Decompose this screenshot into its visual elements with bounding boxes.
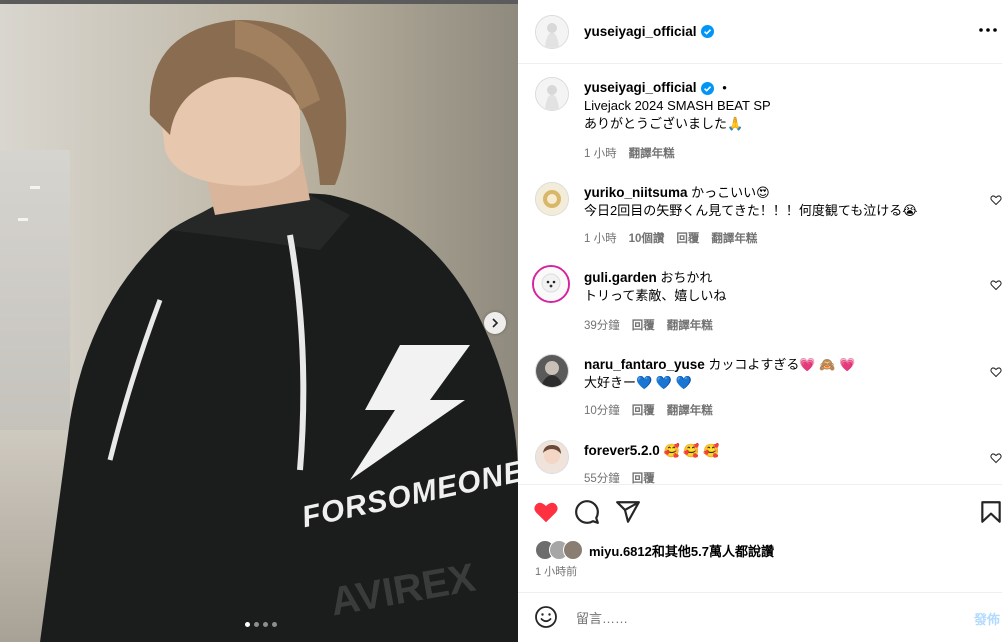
post-timestamp[interactable]: 1 小時前	[535, 563, 577, 579]
post-comment-button[interactable]: 發佈	[974, 609, 1000, 628]
comments-list[interactable]: yuseiyagi_official • Livejack 2024 SMASH…	[518, 64, 1002, 484]
comment-body: guli.garden おちかれ トリって素敵、嬉しいね	[584, 269, 726, 305]
translate-button[interactable]: 翻譯年糕	[711, 230, 757, 246]
slide-dot	[254, 622, 259, 627]
reply-button[interactable]: 回覆	[632, 470, 655, 484]
comment-time: 1 小時	[584, 233, 617, 245]
comment-time: 39分鐘	[584, 320, 620, 332]
comment-body: yuriko_niitsuma かっこいい😍 今日2回目の矢野くん見てきた！！！…	[584, 184, 917, 220]
comment-meta: 10分鐘 回覆 翻譯年糕	[584, 402, 713, 418]
translate-button[interactable]: 翻譯年糕	[667, 317, 713, 333]
verified-icon	[700, 82, 714, 95]
post-header: yuseiyagi_official	[518, 0, 1002, 64]
comment-text: 大好きー💙 💙 💙	[584, 375, 692, 390]
post-actions: miyu.6812和其他5.7萬人都說讚 1 小時前	[518, 484, 1002, 593]
share-icon[interactable]	[615, 499, 641, 525]
avatar-image	[536, 183, 568, 215]
commenter-avatar[interactable]	[535, 440, 569, 474]
comment-input[interactable]	[574, 604, 958, 632]
caption-meta: 1 小時 翻譯年糕	[584, 145, 675, 161]
slide-dot	[245, 622, 250, 627]
comment-meta: 55分鐘 回覆	[584, 470, 655, 484]
likes-summary[interactable]: miyu.6812和其他5.7萬人都說讚	[535, 540, 774, 560]
more-icon[interactable]	[978, 20, 998, 40]
comment-text: カッコよすぎる💗 🙈 💗	[708, 357, 856, 372]
comment-item: yuriko_niitsuma かっこいい😍 今日2回目の矢野くん見てきた！！！…	[518, 182, 1002, 252]
reply-button[interactable]: 回覆	[632, 317, 655, 333]
commenter-avatar[interactable]	[535, 182, 569, 216]
slide-dot	[263, 622, 268, 627]
translate-button[interactable]: 翻譯年糕	[667, 402, 713, 418]
heart-icon[interactable]	[533, 499, 559, 525]
comment-time: 10分鐘	[584, 405, 620, 417]
post-side-panel: yuseiyagi_official yuseiyagi_official • …	[518, 0, 1002, 642]
reply-button[interactable]: 回覆	[632, 402, 655, 418]
comment-time: 55分鐘	[584, 473, 620, 484]
liker-avatar	[563, 540, 583, 560]
emoji-icon[interactable]	[534, 605, 558, 629]
liker-avatars	[535, 540, 589, 560]
comment-text: 🥰 🥰 🥰	[663, 443, 720, 458]
avatar-image	[536, 441, 568, 473]
like-comment-icon[interactable]	[990, 194, 1002, 206]
author-username[interactable]: yuseiyagi_official	[584, 24, 697, 39]
add-comment-bar: 發佈	[518, 592, 1002, 643]
avatar-image	[536, 15, 568, 48]
comment-meta: 1 小時 10個讚 回覆 翻譯年糕	[584, 230, 757, 246]
next-slide-button[interactable]	[484, 312, 506, 334]
slide-indicator	[245, 622, 277, 627]
post-photo[interactable]: FORSOMEONE AVIREX	[0, 0, 518, 642]
caption-line-2: ありがとうございました🙏	[584, 116, 744, 131]
avatar-image	[534, 267, 568, 301]
caption-translate-button[interactable]: 翻譯年糕	[629, 145, 675, 161]
comment-username[interactable]: forever5.2.0	[584, 443, 660, 458]
verified-icon	[700, 25, 714, 38]
caption-username[interactable]: yuseiyagi_official	[584, 80, 697, 95]
next-arrow-icon	[492, 318, 499, 328]
comment-text: おちかれ	[660, 270, 713, 285]
caption-body: yuseiyagi_official • Livejack 2024 SMASH…	[584, 79, 771, 133]
author-avatar[interactable]	[535, 14, 569, 49]
comment-body: naru_fantaro_yuse カッコよすぎる💗 🙈 💗 大好きー💙 💙 💙	[584, 356, 855, 392]
comment-username[interactable]: guli.garden	[584, 270, 657, 285]
avatar-image	[536, 78, 568, 110]
comment-username[interactable]: yuriko_niitsuma	[584, 185, 688, 200]
comment-item: naru_fantaro_yuse カッコよすぎる💗 🙈 💗 大好きー💙 💙 💙…	[518, 354, 1002, 424]
comment-item: forever5.2.0 🥰 🥰 🥰 55分鐘 回覆	[518, 440, 1002, 484]
comment-likes[interactable]: 10個讚	[629, 230, 665, 246]
comment-text: 今日2回目の矢野くん見てきた！！！何度観ても泣ける😭	[584, 203, 918, 218]
like-comment-icon[interactable]	[990, 279, 1002, 291]
author-avatar[interactable]	[535, 77, 569, 111]
caption-dot: •	[722, 80, 727, 95]
caption: yuseiyagi_official • Livejack 2024 SMASH…	[518, 77, 1002, 177]
slide-dot	[272, 622, 277, 627]
comment-icon[interactable]	[574, 499, 600, 525]
avatar-image	[536, 355, 568, 387]
comment-item: guli.garden おちかれ トリって素敵、嬉しいね 39分鐘 回覆 翻譯年…	[518, 265, 1002, 337]
caption-line-1: Livejack 2024 SMASH BEAT SP	[584, 98, 771, 113]
person-illustration	[40, 19, 518, 642]
save-icon[interactable]	[978, 499, 1002, 525]
caption-time: 1 小時	[584, 148, 617, 160]
comment-meta: 39分鐘 回覆 翻譯年糕	[584, 317, 713, 333]
comment-text: トリって素敵、嬉しいね	[584, 288, 727, 303]
reply-button[interactable]: 回覆	[676, 230, 699, 246]
commenter-avatar[interactable]	[535, 354, 569, 388]
comment-body: forever5.2.0 🥰 🥰 🥰	[584, 442, 719, 460]
comment-text: かっこいい😍	[691, 185, 770, 200]
like-comment-icon[interactable]	[990, 452, 1002, 464]
commenter-avatar[interactable]	[532, 265, 570, 303]
likes-text: miyu.6812和其他5.7萬人都說讚	[589, 543, 774, 559]
like-comment-icon[interactable]	[990, 366, 1002, 378]
comment-username[interactable]: naru_fantaro_yuse	[584, 357, 705, 372]
